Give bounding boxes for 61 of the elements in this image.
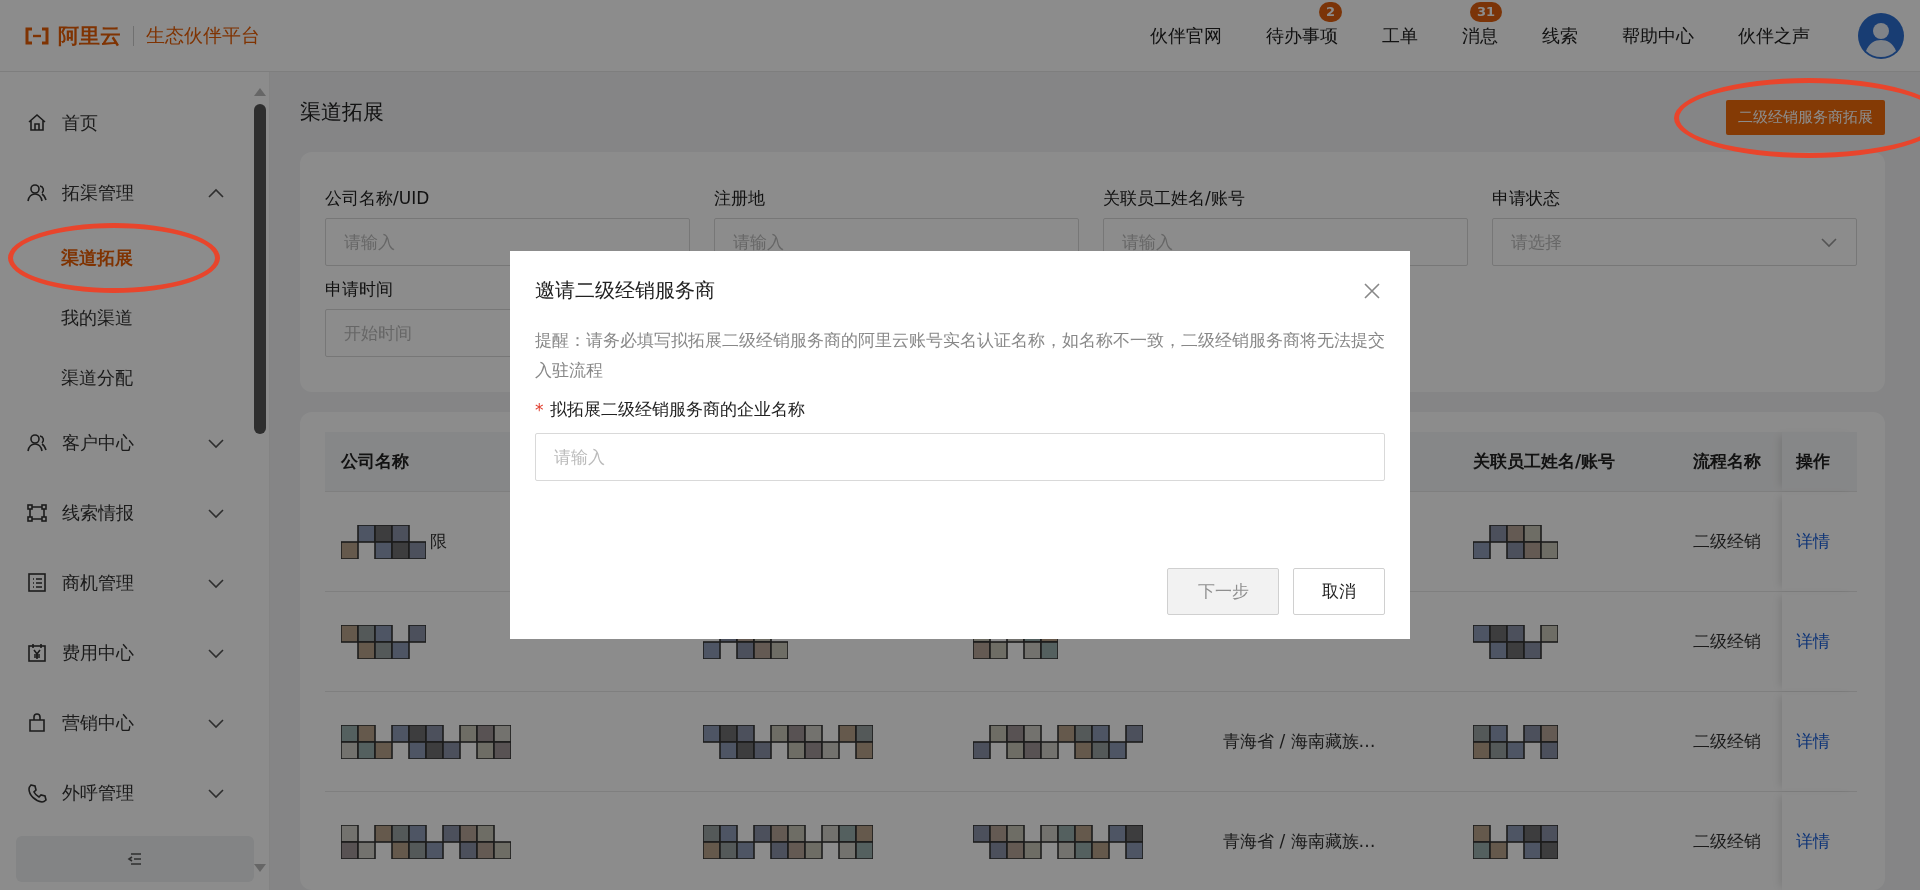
collapse-icon xyxy=(127,852,143,866)
phone-icon xyxy=(26,782,48,804)
list-icon xyxy=(26,572,48,594)
nav-link[interactable]: 工单 xyxy=(1360,23,1440,48)
field-label: 申请状态 xyxy=(1492,187,1560,210)
field-label: 注册地 xyxy=(714,187,765,210)
menu-item[interactable]: 线索情报 xyxy=(0,478,250,548)
platform-name: 生态伙伴平台 xyxy=(146,22,260,48)
menu-item[interactable]: 外呼管理 xyxy=(0,758,250,828)
detail-link[interactable]: 详情 xyxy=(1796,630,1830,653)
scroll-down-icon xyxy=(254,864,266,872)
menu-item[interactable]: 拓渠管理 xyxy=(0,158,250,228)
detail-link[interactable]: 详情 xyxy=(1796,530,1830,553)
field-label: 公司名称/UID xyxy=(325,187,430,210)
nav-link[interactable]: 伙伴之声 xyxy=(1716,23,1832,48)
scrollbar-thumb[interactable] xyxy=(254,104,266,434)
bracket-logo-icon xyxy=(24,26,50,45)
count-badge: 2 xyxy=(1318,1,1342,22)
bag-icon xyxy=(26,712,48,734)
home-icon xyxy=(26,112,48,134)
input-field[interactable]: 请输入 xyxy=(535,433,1385,481)
page-title: 渠道拓展 xyxy=(300,99,384,126)
close-icon[interactable] xyxy=(1363,281,1381,300)
submenu-item[interactable]: 我的渠道 xyxy=(0,288,250,348)
detail-link[interactable]: 详情 xyxy=(1796,830,1830,853)
column-header: 操作 xyxy=(1796,450,1830,473)
table-cell: 二级经销 xyxy=(1693,830,1761,853)
nav-link[interactable]: 帮助中心 xyxy=(1600,23,1716,48)
menu-item[interactable]: 营销中心 xyxy=(0,688,250,758)
table-cell: 青海省 / 海南藏族… xyxy=(1223,730,1376,753)
detail-link[interactable]: 详情 xyxy=(1796,730,1830,753)
calendar-yen-icon xyxy=(26,642,48,664)
avatar-icon[interactable] xyxy=(1858,12,1904,59)
field-label: 申请时间 xyxy=(325,278,393,301)
table-cell: 青海省 / 海南藏族… xyxy=(1223,830,1376,853)
column-header: 关联员工姓名/账号 xyxy=(1473,450,1616,473)
nav-link[interactable]: 线索 xyxy=(1520,23,1600,48)
cancel-button[interactable]: 取消 xyxy=(1293,568,1385,615)
menu-item[interactable]: 商机管理 xyxy=(0,548,250,618)
logo-text: 阿里云 xyxy=(58,22,121,50)
table-cell: 限 xyxy=(430,530,447,553)
menu-item[interactable]: 费用中心 xyxy=(0,618,250,688)
field-label: 拟拓展二级经销服务商的企业名称 xyxy=(549,398,805,421)
column-header: 公司名称 xyxy=(341,450,409,473)
table-cell: 二级经销 xyxy=(1693,630,1761,653)
menu-item[interactable]: 首页 xyxy=(0,88,250,158)
count-badge: 31 xyxy=(1469,1,1502,22)
frame-corners-icon xyxy=(26,502,48,524)
submenu-item[interactable]: 渠道拓展 xyxy=(0,228,250,288)
field-label: 关联员工姓名/账号 xyxy=(1103,187,1245,210)
menu-item[interactable]: 客户中心 xyxy=(0,408,250,478)
nav-link[interactable]: 伙伴官网 xyxy=(1128,23,1244,48)
scroll-up-icon xyxy=(254,88,266,96)
required-mark: * xyxy=(535,399,544,420)
dialog-title: 邀请二级经销服务商 xyxy=(535,277,715,304)
table-cell: 二级经销 xyxy=(1693,730,1761,753)
submenu-item[interactable]: 渠道分配 xyxy=(0,348,250,408)
people-icon xyxy=(26,432,48,454)
table-cell: 二级经销 xyxy=(1693,530,1761,553)
column-header: 流程名称 xyxy=(1693,450,1761,473)
people-icon xyxy=(26,182,48,204)
